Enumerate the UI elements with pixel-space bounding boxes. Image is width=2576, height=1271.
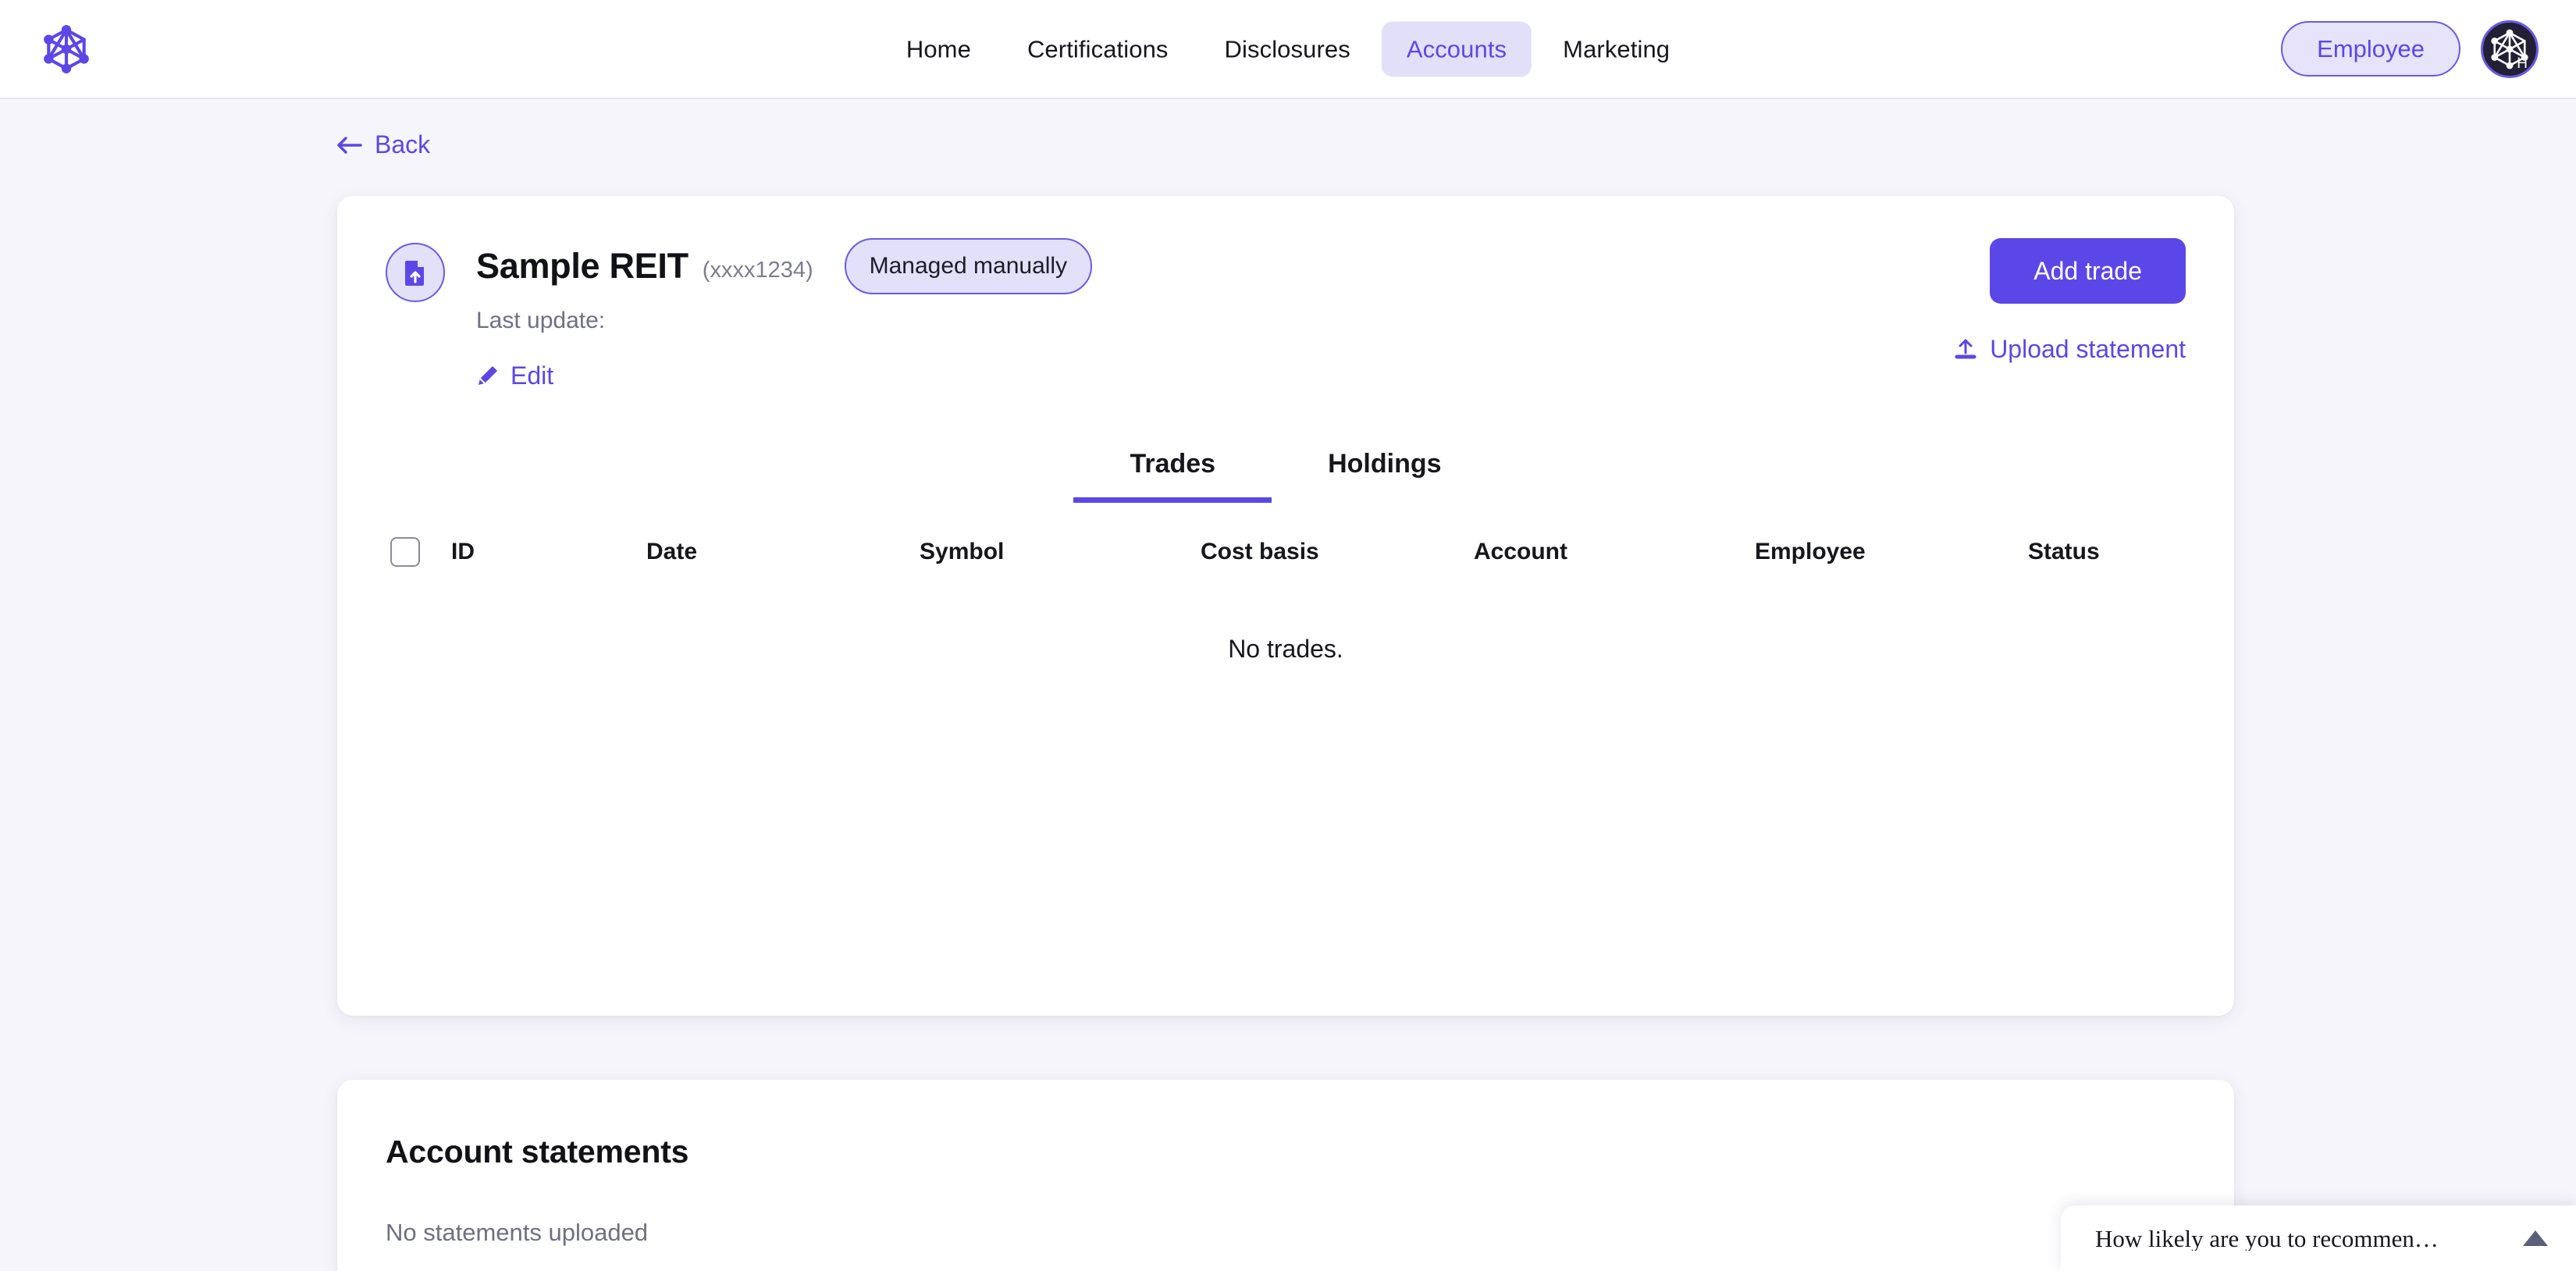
nav-item-disclosures[interactable]: Disclosures	[1200, 21, 1375, 77]
table-header-row: ID Date Symbol Cost basis Account Employ…	[386, 537, 2186, 567]
network-graph-logo-icon[interactable]	[41, 23, 92, 75]
nav-item-home[interactable]: Home	[881, 21, 996, 77]
account-mask: (xxxx1234)	[702, 257, 813, 283]
nav-right-cluster: Employee H	[2281, 20, 2539, 78]
edit-label: Edit	[511, 361, 554, 390]
trades-table: ID Date Symbol Cost basis Account Employ…	[386, 537, 2186, 664]
page-title: Sample REIT	[476, 246, 688, 287]
upload-icon	[1954, 337, 1977, 361]
top-navigation-bar: Home Certifications Disclosures Accounts…	[0, 0, 2576, 99]
survey-question: How likely are you to recommen…	[2095, 1226, 2439, 1251]
nav-item-marketing[interactable]: Marketing	[1538, 21, 1695, 77]
page-body: Back Sample REIT (xxxx1234) Managed manu…	[0, 99, 2576, 1271]
avatar-initial: H	[2517, 55, 2528, 72]
column-header-id[interactable]: ID	[451, 540, 646, 564]
column-header-account[interactable]: Account	[1474, 540, 1755, 564]
statements-empty-message: No statements uploaded	[386, 1219, 649, 1247]
edit-account-button[interactable]: Edit	[476, 363, 553, 388]
role-badge[interactable]: Employee	[2281, 21, 2460, 77]
document-upload-icon	[386, 243, 445, 302]
statements-title: Account statements	[386, 1134, 689, 1170]
column-header-cost-basis[interactable]: Cost basis	[1201, 540, 1474, 564]
account-title-row: Sample REIT (xxxx1234) Managed manually	[476, 238, 1093, 294]
column-header-status[interactable]: Status	[2028, 540, 2231, 564]
select-all-checkbox-cell	[390, 537, 451, 567]
column-header-employee[interactable]: Employee	[1755, 540, 2028, 564]
account-title-block: Sample REIT (xxxx1234) Managed manually …	[476, 238, 1093, 391]
arrow-left-icon	[336, 134, 362, 155]
account-actions: Add trade Upload statement	[1954, 238, 2186, 361]
tab-holdings[interactable]: Holdings	[1272, 450, 1497, 503]
column-header-date[interactable]: Date	[646, 540, 920, 564]
upload-statement-label: Upload statement	[1990, 335, 2186, 363]
upload-statement-button[interactable]: Upload statement	[1954, 336, 2186, 361]
account-detail-card: Sample REIT (xxxx1234) Managed manually …	[337, 196, 2234, 1016]
back-label: Back	[375, 130, 431, 158]
column-header-symbol[interactable]: Symbol	[920, 540, 1201, 564]
content-column: Sample REIT (xxxx1234) Managed manually …	[337, 196, 2234, 1271]
trades-empty-message: No trades.	[1228, 635, 1343, 663]
back-row: Back	[0, 99, 2576, 157]
account-header: Sample REIT (xxxx1234) Managed manually …	[386, 238, 2186, 391]
primary-nav-links: Home Certifications Disclosures Accounts…	[881, 21, 1695, 77]
select-all-checkbox[interactable]	[390, 537, 420, 567]
account-tabs: Trades Holdings	[386, 450, 2186, 503]
back-button[interactable]: Back	[336, 132, 430, 157]
tab-trades[interactable]: Trades	[1073, 450, 1272, 503]
account-statements-card: Account statements No statements uploade…	[337, 1080, 2234, 1271]
triangle-up-icon[interactable]	[2523, 1230, 2548, 1246]
pencil-icon	[476, 364, 500, 387]
nav-item-accounts[interactable]: Accounts	[1381, 21, 1532, 77]
nav-item-certifications[interactable]: Certifications	[1002, 21, 1194, 77]
add-trade-button[interactable]: Add trade	[1990, 238, 2186, 304]
survey-widget[interactable]: How likely are you to recommen…	[2061, 1205, 2576, 1271]
avatar[interactable]: H	[2481, 20, 2539, 78]
last-update-label: Last update:	[476, 308, 606, 333]
status-badge: Managed manually	[844, 238, 1093, 294]
